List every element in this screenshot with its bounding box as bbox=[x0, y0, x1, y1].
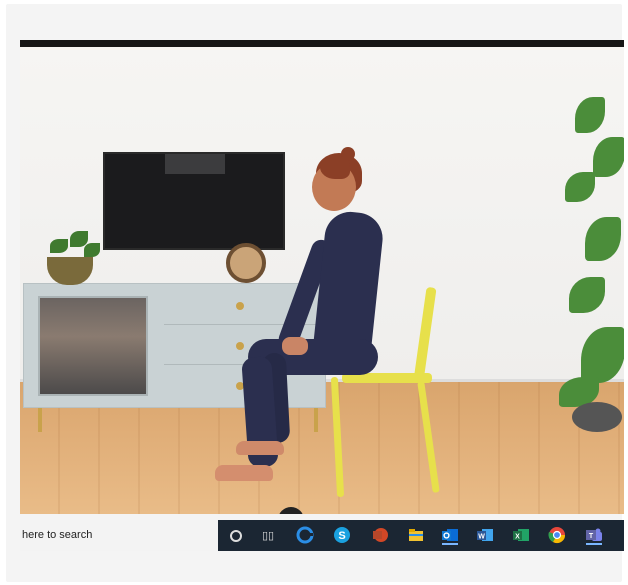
taskbar-search-box[interactable]: here to search bbox=[20, 520, 218, 551]
active-app-indicator bbox=[442, 543, 458, 545]
person-hair-front bbox=[320, 155, 350, 179]
svg-text:T: T bbox=[589, 533, 594, 540]
chrome-icon[interactable] bbox=[547, 525, 567, 545]
video-player[interactable] bbox=[20, 40, 624, 514]
edge-icon[interactable] bbox=[295, 525, 315, 545]
video-frame-scene bbox=[20, 47, 624, 514]
teams-icon[interactable]: T bbox=[584, 525, 604, 545]
plant-leaf bbox=[50, 239, 68, 253]
active-app-indicator bbox=[586, 543, 602, 545]
plant-leaf bbox=[84, 243, 100, 257]
windows-taskbar: here to search ▯▯ S W X T bbox=[20, 520, 624, 551]
file-explorer-icon[interactable] bbox=[406, 525, 426, 545]
task-view-icon[interactable]: ▯▯ bbox=[258, 525, 278, 545]
decorative-clock bbox=[226, 243, 266, 283]
cabinet-leg bbox=[38, 408, 42, 432]
svg-text:W: W bbox=[478, 534, 485, 541]
person-hand bbox=[282, 337, 308, 355]
skype-icon[interactable]: S bbox=[332, 525, 352, 545]
person-foot bbox=[215, 465, 273, 481]
search-placeholder: here to search bbox=[22, 529, 93, 541]
person-foot bbox=[236, 441, 284, 455]
cabinet-leg bbox=[314, 408, 318, 432]
cabinet-glass-door bbox=[38, 296, 148, 396]
cortana-icon[interactable] bbox=[230, 530, 242, 542]
monstera-plant bbox=[555, 77, 624, 417]
word-icon[interactable]: W bbox=[475, 525, 495, 545]
powerpoint-icon[interactable] bbox=[370, 525, 390, 545]
excel-icon[interactable]: X bbox=[511, 525, 531, 545]
plant-planter bbox=[572, 402, 622, 432]
video-top-bar bbox=[20, 40, 624, 47]
svg-text:S: S bbox=[338, 530, 345, 542]
outlook-icon[interactable] bbox=[440, 525, 460, 545]
wall-tv bbox=[103, 152, 285, 250]
svg-text:X: X bbox=[515, 534, 520, 541]
